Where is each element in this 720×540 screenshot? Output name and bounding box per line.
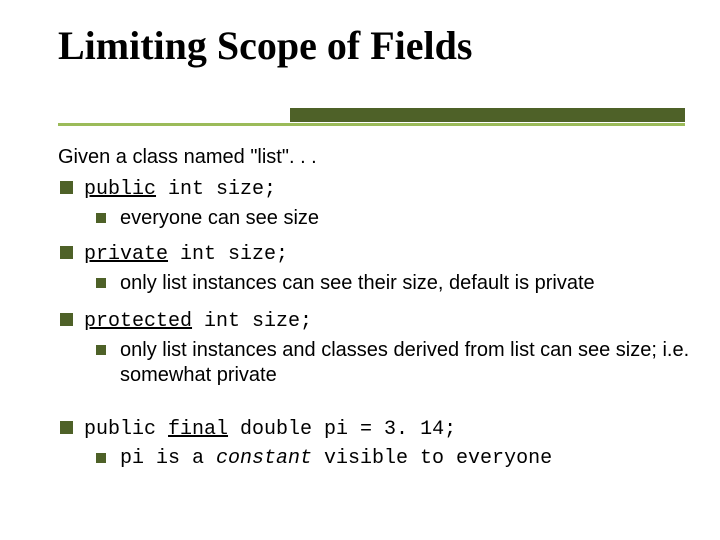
keyword-private: private (84, 243, 168, 266)
code-final-rest: double pi = 3. 14; (228, 418, 456, 441)
intro-text: Given a class named "list". . . (58, 145, 698, 170)
keyword-public: public (84, 178, 156, 201)
bullet-public: public int size; (58, 176, 698, 202)
keyword-protected: protected (84, 310, 192, 333)
slide-body: Given a class named "list". . . public i… (58, 145, 698, 481)
final-desc-before: pi is a (120, 447, 216, 470)
bullet-private: private int size; (58, 241, 698, 267)
bullet-private-desc: only list instances can see their size, … (58, 271, 698, 296)
bullet-protected-desc: only list instances and classes derived … (58, 338, 698, 388)
code-final-prefix: public (84, 418, 168, 441)
bullet-public-desc: everyone can see size (58, 206, 698, 231)
final-desc-constant: constant (216, 447, 312, 470)
code-protected-rest: int size; (192, 310, 312, 333)
title-bar-dark (290, 108, 685, 122)
code-private-rest: int size; (168, 243, 288, 266)
bullet-final-desc: pi is a constant visible to everyone (58, 446, 698, 471)
slide: Limiting Scope of Fields Given a class n… (0, 0, 720, 540)
final-desc-after: visible to everyone (312, 447, 552, 470)
bullet-final: public final double pi = 3. 14; (58, 416, 698, 442)
slide-title: Limiting Scope of Fields (58, 22, 472, 69)
code-public-rest: int size; (156, 178, 276, 201)
keyword-final: final (168, 418, 228, 441)
title-bar-light (58, 123, 685, 126)
bullet-protected: protected int size; (58, 308, 698, 334)
